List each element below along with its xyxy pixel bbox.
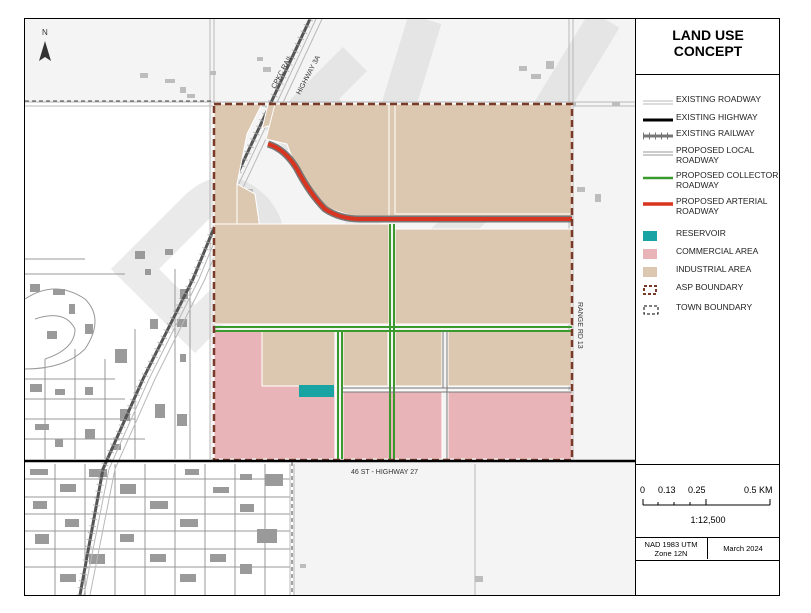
industrial-symbol-icon [642,265,674,279]
proposed-collector-symbol-icon [642,171,674,185]
title-divider [636,74,779,75]
scale-bar-graphic [642,499,771,506]
title-line-2: CONCEPT [673,43,743,59]
legend-item-asp-boundary: ASP BOUNDARY [642,282,778,299]
legend-label: PROPOSED COLLECTOR ROADWAY [676,170,779,190]
legend-item-existing-railway: EXISTING RAILWAY [642,128,778,145]
legend-label: COMMERCIAL AREA [676,246,759,256]
scale-ratio: 1:12,500 [690,515,726,525]
legend-label: EXISTING ROADWAY [676,94,762,104]
footer: NAD 1983 UTM Zone 12N March 2024 [636,537,779,559]
legend-label: EXISTING RAILWAY [676,128,755,138]
legend-label: RESERVOIR [676,228,726,238]
existing-highway-symbol-icon [642,113,674,127]
legend-label: TOWN BOUNDARY [676,302,753,312]
map-svg: CPKC RAIL HIGHWAY 3A RANGE RD 13 46 ST -… [25,19,635,595]
existing-railway-symbol-icon [642,129,674,143]
reservoir [299,385,334,397]
scale-tick-0: 0 [640,485,646,495]
legend-label: ASP BOUNDARY [676,282,744,292]
map-canvas[interactable]: CPKC RAIL HIGHWAY 3A RANGE RD 13 46 ST -… [25,19,635,595]
legend-item-existing-highway: EXISTING HIGHWAY [642,112,778,129]
range-rd-label: RANGE RD 13 [576,302,583,349]
scale-tick-1: 0.13 [658,485,676,495]
existing-roadway-symbol-icon [642,95,674,109]
legend-label: PROPOSED LOCAL ROADWAY [676,145,755,165]
scale-tick-3: 0.5 KM [744,485,773,495]
legend-item-proposed-arterial: PROPOSED ARTERIAL ROADWAY [642,196,778,216]
legend-item-commercial: COMMERCIAL AREA [642,246,778,263]
legend-item-industrial: INDUSTRIAL AREA [642,264,778,281]
legend-panel: LAND USE CONCEPT EXISTING ROADWAY EXISTIN… [635,19,779,595]
legend-item-proposed-collector: PROPOSED COLLECTOR ROADWAY [642,170,779,190]
legend-label: EXISTING HIGHWAY [676,112,758,122]
legend-item-existing-roadway: EXISTING ROADWAY [642,94,778,111]
date-text: March 2024 [723,544,763,553]
proposed-local-symbol-icon [642,146,674,160]
scale-tick-2: 0.25 [688,485,706,495]
bottom-divider [636,560,779,561]
legend-item-reservoir: RESERVOIR [642,228,778,245]
svg-text:N: N [42,28,48,37]
projection-text: NAD 1983 UTM Zone 12N [644,540,698,558]
asp-boundary-symbol-icon [642,283,674,297]
title-line-1: LAND USE [672,27,744,43]
proposed-arterial-symbol-icon [642,197,674,211]
highway-27-label: 46 ST - HIGHWAY 27 [351,469,418,476]
town-area-west [25,102,210,462]
legend-item-town-boundary: TOWN BOUNDARY [642,302,778,319]
town-boundary-symbol-icon [642,303,674,317]
scale-divider [636,464,779,465]
map-layout: CPKC RAIL HIGHWAY 3A RANGE RD 13 46 ST -… [24,18,780,596]
legend-item-proposed-local: PROPOSED LOCAL ROADWAY [642,145,778,165]
legend-label: PROPOSED ARTERIAL ROADWAY [676,196,768,216]
reservoir-symbol-icon [642,229,674,243]
commercial-symbol-icon [642,247,674,261]
legend-label: INDUSTRIAL AREA [676,264,752,274]
